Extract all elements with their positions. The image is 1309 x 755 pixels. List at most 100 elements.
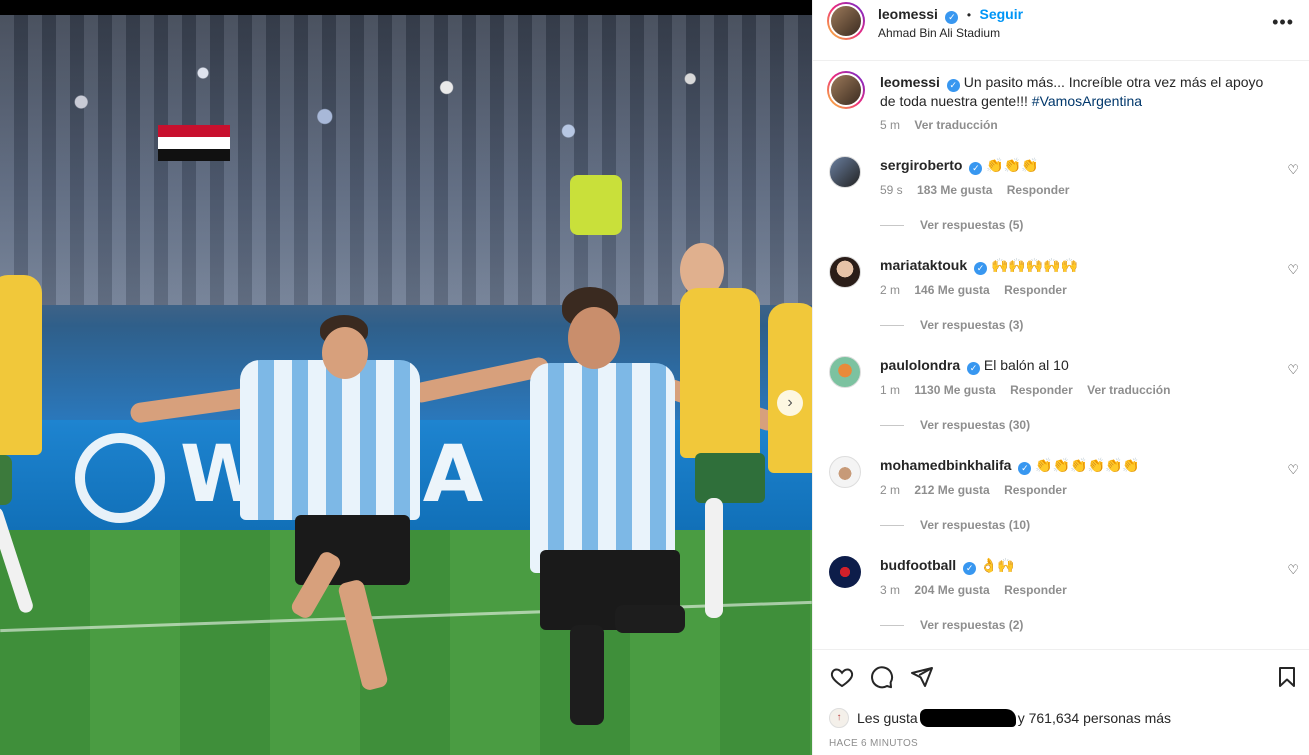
comment-likes[interactable]: 146 Me gusta (914, 283, 989, 297)
comment-reply-button[interactable]: Responder (1004, 483, 1067, 497)
verified-badge-icon: ✓ (967, 362, 981, 375)
comment-likes[interactable]: 204 Me gusta (914, 583, 989, 597)
view-replies-button[interactable]: Ver respuestas (5) (880, 218, 1023, 232)
comment-username[interactable]: mariataktouk (880, 257, 967, 273)
comment-reply-button[interactable]: Responder (1010, 383, 1073, 397)
comment-username[interactable]: budfootball (880, 557, 956, 573)
comment-time: 1 m (880, 383, 901, 397)
comment-meta: 2 m 212 Me gusta Responder (880, 483, 1078, 497)
view-replies-label: Ver respuestas (5) (920, 218, 1024, 232)
comment-text: paulolondra ✓ El balón al 10 (880, 356, 1270, 375)
follow-button[interactable]: Seguir (980, 6, 1024, 22)
post-date: HACE 6 MINUTOS (829, 738, 919, 749)
post-photo: WA DA (0, 15, 812, 755)
comment-reply-button[interactable]: Responder (1004, 583, 1067, 597)
author-line: leomessi ✓ • Seguir (878, 6, 1023, 24)
comment-avatar[interactable] (829, 156, 861, 188)
comment-text: mohamedbinkhalifa ✓ 👏👏👏👏👏👏 (880, 456, 1270, 475)
caption-translate-link[interactable]: Ver traducción (914, 118, 997, 132)
replies-dash (880, 624, 904, 626)
likes-prefix: Les gusta (857, 710, 918, 726)
caption-hashtag[interactable]: #VamosArgentina (1032, 93, 1142, 109)
separator-dot: • (966, 8, 972, 22)
comment-like-heart-icon[interactable]: ♡ (1287, 362, 1299, 378)
comment-meta: 59 s 183 Me gusta Responder (880, 183, 1080, 197)
comment-username[interactable]: mohamedbinkhalifa (880, 457, 1011, 473)
caption-username[interactable]: leomessi (880, 74, 940, 90)
post-location[interactable]: Ahmad Bin Ali Stadium (878, 26, 1000, 40)
comment-body: 👏👏👏 (986, 157, 1039, 173)
replies-dash (880, 224, 904, 226)
comment-body: 👌🙌 (979, 557, 1015, 573)
author-username[interactable]: leomessi (878, 6, 938, 22)
comment-icon[interactable] (869, 664, 895, 690)
media-top-bar (0, 0, 812, 15)
caption-text: leomessi ✓ Un pasito más... Increíble ot… (880, 73, 1270, 110)
comment-reply-button[interactable]: Responder (1007, 183, 1070, 197)
comment-time: 3 m (880, 583, 901, 597)
comment-time: 2 m (880, 483, 901, 497)
verified-badge-icon: ✓ (946, 79, 960, 92)
view-replies-label: Ver respuestas (30) (920, 418, 1031, 432)
author-avatar[interactable] (827, 2, 865, 40)
next-image-button[interactable]: › (777, 390, 803, 416)
caption-time: 5 m (880, 118, 901, 132)
comment-body: 👏👏👏👏👏👏 (1035, 457, 1140, 473)
verified-badge-icon: ✓ (969, 162, 983, 175)
comment-meta: 1 m 1130 Me gusta Responder Ver traducci… (880, 383, 1181, 397)
comment-username[interactable]: paulolondra (880, 357, 960, 373)
verified-badge-icon: ✓ (1018, 462, 1032, 475)
comment-meta: 3 m 204 Me gusta Responder (880, 583, 1078, 597)
view-replies-button[interactable]: Ver respuestas (2) (880, 618, 1023, 632)
caption-meta: 5 m Ver traducción (880, 118, 1009, 132)
comment-body: El balón al 10 (983, 357, 1069, 373)
comment-like-heart-icon[interactable]: ♡ (1287, 462, 1299, 478)
comment-avatar[interactable] (829, 556, 861, 588)
view-replies-label: Ver respuestas (3) (920, 318, 1024, 332)
comment-text: budfootball ✓ 👌🙌 (880, 556, 1270, 575)
photo-player-9 (129, 315, 560, 715)
comment-like-heart-icon[interactable]: ♡ (1287, 262, 1299, 278)
caption-avatar[interactable] (827, 71, 865, 109)
comments-list[interactable]: leomessi ✓ Un pasito más... Increíble ot… (813, 61, 1309, 649)
view-replies-button[interactable]: Ver respuestas (30) (880, 418, 1030, 432)
photo-flag (158, 125, 230, 161)
comment-text: mariataktouk ✓ 🙌🙌🙌🙌🙌 (880, 256, 1270, 275)
post-actions: ↑ Les gusta y 761,634 personas más HACE … (813, 649, 1309, 755)
likes-summary[interactable]: ↑ Les gusta y 761,634 personas más (829, 708, 1171, 728)
post-media[interactable]: WA DA (0, 0, 812, 755)
verified-badge-icon: ✓ (963, 562, 977, 575)
redacted-username (919, 709, 1016, 727)
post-side-panel: leomessi ✓ • Seguir Ahmad Bin Ali Stadiu… (812, 0, 1309, 755)
share-icon[interactable] (909, 664, 935, 690)
comment-translate-link[interactable]: Ver traducción (1087, 383, 1170, 397)
comment-avatar[interactable] (829, 256, 861, 288)
view-replies-button[interactable]: Ver respuestas (10) (880, 518, 1030, 532)
view-replies-button[interactable]: Ver respuestas (3) (880, 318, 1023, 332)
bookmark-icon[interactable] (1274, 664, 1300, 690)
comment-username[interactable]: sergiroberto (880, 157, 962, 173)
comment-avatar[interactable] (829, 456, 861, 488)
comment-time: 2 m (880, 283, 901, 297)
likes-suffix: y 761,634 personas más (1017, 710, 1172, 726)
comment-reply-button[interactable]: Responder (1004, 283, 1067, 297)
more-options-icon[interactable]: ••• (1272, 12, 1294, 33)
view-replies-label: Ver respuestas (2) (920, 618, 1024, 632)
comment-avatar[interactable] (829, 356, 861, 388)
photo-player-yellow-right (680, 243, 812, 643)
comment-like-heart-icon[interactable]: ♡ (1287, 562, 1299, 578)
comment-likes[interactable]: 1130 Me gusta (914, 383, 995, 397)
comment-likes[interactable]: 183 Me gusta (917, 183, 992, 197)
comment-body: 🙌🙌🙌🙌🙌 (990, 257, 1079, 273)
photo-player-left-edge (0, 275, 50, 675)
heart-icon[interactable] (829, 664, 855, 690)
replies-dash (880, 324, 904, 326)
comment-time: 59 s (880, 183, 903, 197)
comment-text: sergiroberto ✓ 👏👏👏 (880, 156, 1270, 175)
photo-steward (570, 175, 622, 235)
comment-like-heart-icon[interactable]: ♡ (1287, 162, 1299, 178)
verified-badge-icon: ✓ (974, 262, 988, 275)
comment-likes[interactable]: 212 Me gusta (914, 483, 989, 497)
post-header: leomessi ✓ • Seguir Ahmad Bin Ali Stadiu… (813, 0, 1309, 61)
replies-dash (880, 524, 904, 526)
